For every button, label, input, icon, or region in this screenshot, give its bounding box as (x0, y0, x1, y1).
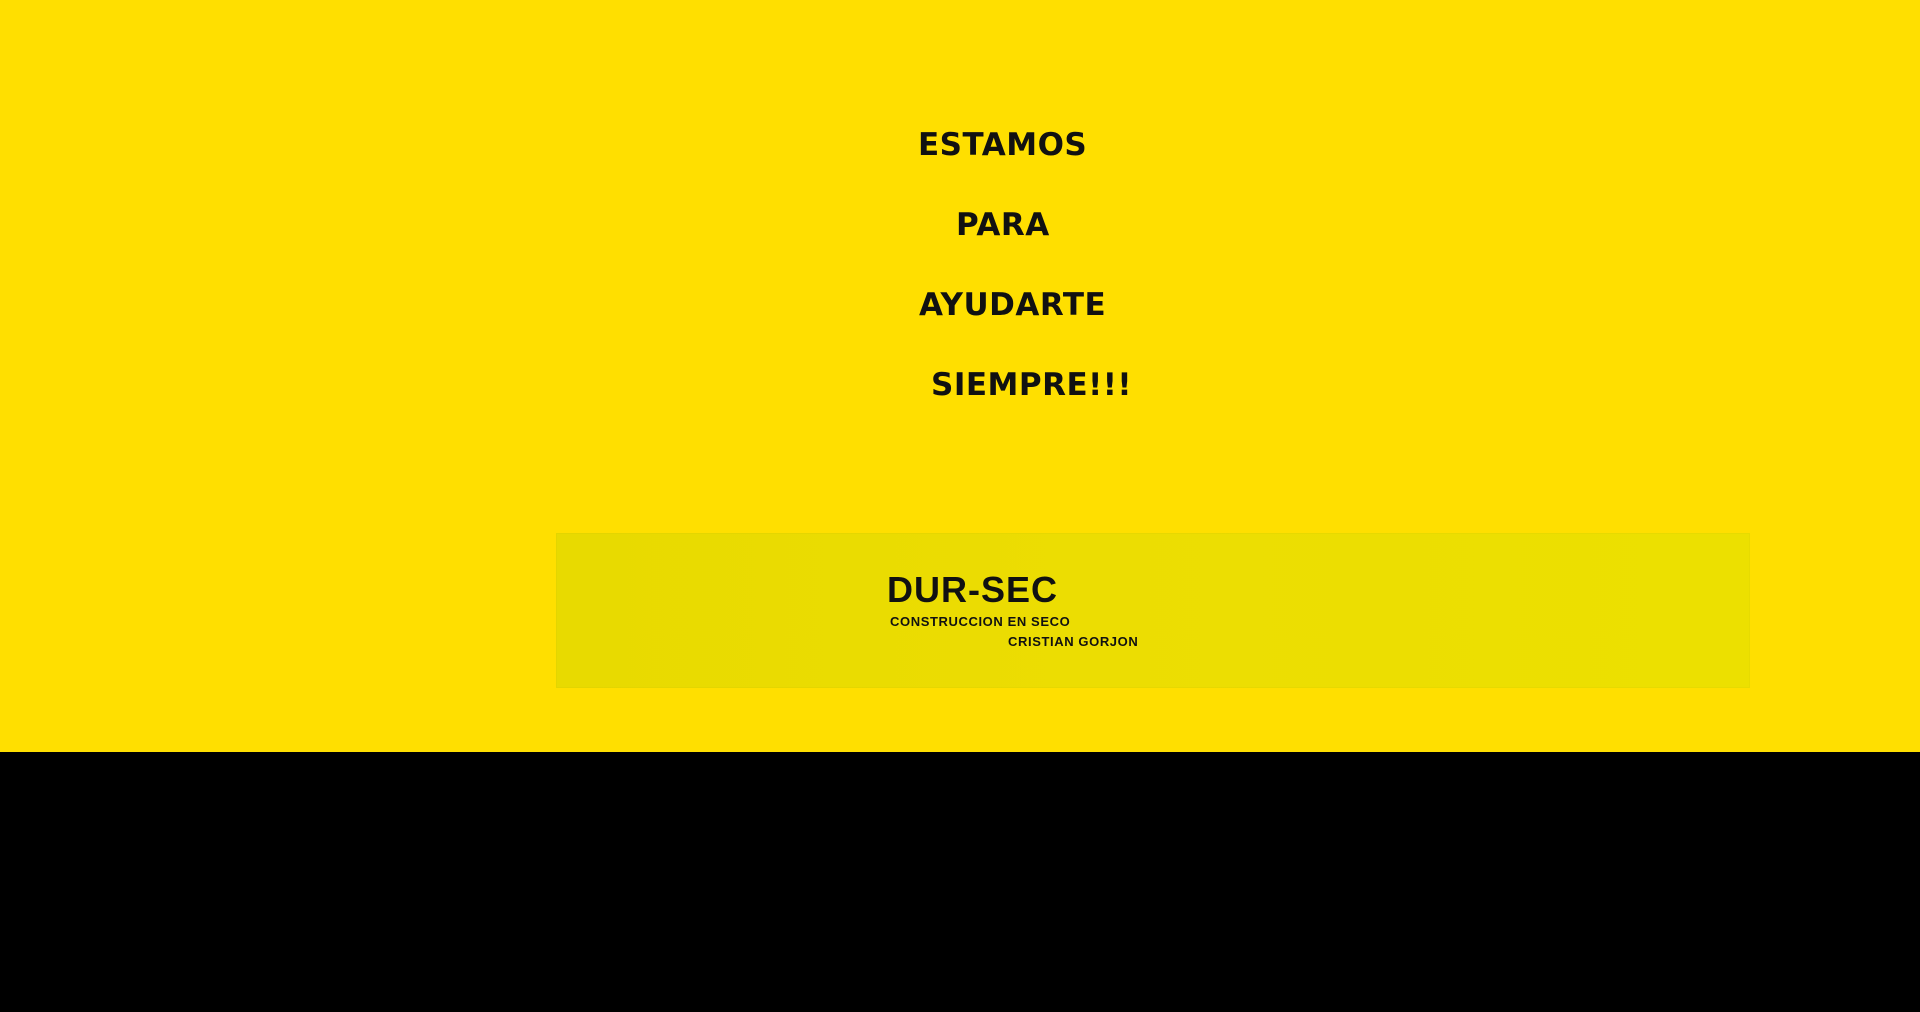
company-logo-banner: DUR-SEC CONSTRUCCION EN SECO CRISTIAN GO… (556, 533, 1750, 688)
slogan-line-para: PARA (956, 207, 1050, 243)
company-owner-name: CRISTIAN GORJON (1008, 634, 1139, 649)
slogan-line-siempre: SIEMPRE!!! (931, 367, 1133, 403)
slogan-line-ayudarte: AYUDARTE (919, 287, 1107, 323)
page: ESTAMOS PARA AYUDARTE SIEMPRE!!! DUR-SEC… (0, 0, 1920, 1012)
hero-section: ESTAMOS PARA AYUDARTE SIEMPRE!!! DUR-SEC… (0, 0, 1920, 752)
company-tagline: CONSTRUCCION EN SECO (890, 614, 1071, 629)
company-name-logo: DUR-SEC (887, 569, 1059, 610)
slogan-line-estamos: ESTAMOS (918, 127, 1088, 163)
footer-section (0, 752, 1920, 1012)
